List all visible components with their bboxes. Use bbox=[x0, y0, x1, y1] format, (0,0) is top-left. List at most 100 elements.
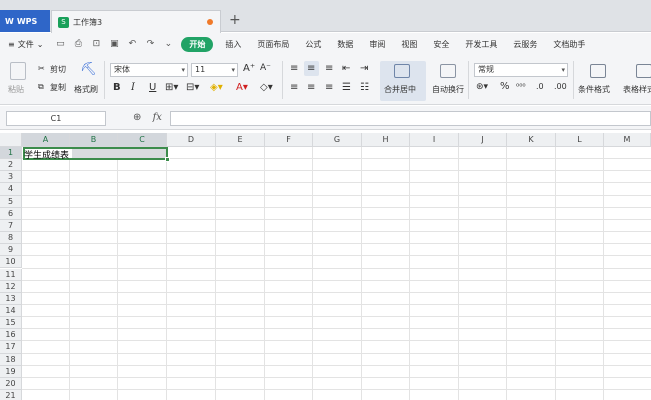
table-format-button[interactable]: 表格样式 bbox=[623, 84, 651, 95]
print-icon[interactable]: ⎙ bbox=[71, 39, 85, 49]
thousands-icon[interactable]: ⁰⁰⁰ bbox=[516, 82, 526, 91]
format-painter-icon[interactable]: ⛏ bbox=[80, 62, 97, 77]
column-header-k[interactable]: K bbox=[507, 133, 556, 147]
cut-icon[interactable]: ✂ bbox=[38, 64, 45, 73]
file-menu[interactable]: ≡ 文件 ⌄ bbox=[8, 39, 43, 50]
column-header-c[interactable]: C bbox=[118, 133, 167, 147]
print-preview-icon[interactable]: ⊡ bbox=[89, 39, 103, 49]
column-header-f[interactable]: F bbox=[265, 133, 313, 147]
tab-page-layout[interactable]: 页面布局 bbox=[249, 39, 297, 50]
align-middle-icon[interactable]: ≡ bbox=[307, 63, 315, 74]
auto-wrap-icon[interactable] bbox=[440, 64, 456, 78]
row-header[interactable]: 9 bbox=[0, 244, 22, 257]
bold-button[interactable]: B bbox=[113, 82, 121, 93]
tab-formulas[interactable]: 公式 bbox=[297, 39, 329, 50]
italic-button[interactable]: I bbox=[131, 82, 135, 93]
new-tab-button[interactable]: + bbox=[229, 12, 241, 28]
table-format-icon[interactable] bbox=[636, 64, 651, 78]
percent-icon[interactable]: % bbox=[500, 81, 510, 92]
paste-icon[interactable] bbox=[10, 62, 26, 80]
paste-button[interactable]: 粘贴 bbox=[8, 84, 24, 95]
align-top-icon[interactable]: ≡ bbox=[290, 63, 298, 74]
redo-icon[interactable]: ↷ bbox=[143, 39, 157, 49]
row-header[interactable]: 21 bbox=[0, 390, 22, 400]
cell-style-icon[interactable]: ⊟▾ bbox=[186, 82, 199, 93]
clear-icon[interactable]: ◇▾ bbox=[260, 82, 273, 93]
increase-font-icon[interactable]: A⁺ bbox=[243, 63, 255, 74]
select-all-corner[interactable] bbox=[0, 133, 22, 147]
justify-icon[interactable]: ☰ bbox=[342, 82, 351, 93]
row-header[interactable]: 8 bbox=[0, 232, 22, 245]
row-header[interactable]: 17 bbox=[0, 341, 22, 354]
underline-button[interactable]: U bbox=[149, 82, 156, 93]
row-header[interactable]: 11 bbox=[0, 268, 22, 281]
tab-view[interactable]: 视图 bbox=[393, 39, 425, 50]
spreadsheet-grid[interactable]: A B C D E F G H I J K L M 1 2 3 4 5 6 7 8 9 10 11 1… bbox=[0, 133, 651, 400]
column-header-b[interactable]: B bbox=[70, 133, 118, 147]
merge-center-icon[interactable] bbox=[394, 64, 410, 78]
align-left-icon[interactable]: ≡ bbox=[290, 82, 298, 93]
row-header[interactable]: 20 bbox=[0, 377, 22, 390]
save-icon[interactable]: ▭ bbox=[53, 39, 67, 49]
indent-increase-icon[interactable]: ⇥ bbox=[360, 63, 368, 74]
tab-home[interactable]: 开始 bbox=[181, 36, 214, 52]
tab-security[interactable]: 安全 bbox=[425, 39, 457, 50]
row-header[interactable]: 15 bbox=[0, 317, 22, 330]
align-bottom-icon[interactable]: ≡ bbox=[325, 63, 333, 74]
document-tab[interactable]: S 工作簿3 bbox=[51, 10, 221, 33]
indent-decrease-icon[interactable]: ⇤ bbox=[342, 63, 350, 74]
zoom-icon[interactable]: ⊕ bbox=[133, 112, 141, 123]
row-header[interactable]: 7 bbox=[0, 219, 22, 233]
row-header[interactable]: 13 bbox=[0, 292, 22, 305]
row-header[interactable]: 1 bbox=[0, 147, 22, 160]
tab-developer[interactable]: 开发工具 bbox=[457, 39, 505, 50]
row-header[interactable]: 3 bbox=[0, 171, 22, 184]
row-header[interactable]: 4 bbox=[0, 183, 22, 196]
unsaved-dot-icon[interactable] bbox=[207, 19, 213, 25]
tab-data[interactable]: 数据 bbox=[329, 39, 361, 50]
row-header[interactable]: 10 bbox=[0, 256, 22, 269]
font-name-select[interactable]: 宋体 ▾ bbox=[110, 63, 188, 77]
conditional-format-button[interactable]: 条件格式 bbox=[578, 84, 610, 95]
row-header[interactable]: 18 bbox=[0, 353, 22, 366]
export-icon[interactable]: ▣ bbox=[107, 39, 121, 49]
auto-wrap-button[interactable]: 自动换行 bbox=[432, 84, 464, 95]
cut-button[interactable]: 剪切 bbox=[50, 64, 66, 75]
tab-assistant[interactable]: 文档助手 bbox=[545, 39, 593, 50]
font-size-select[interactable]: 11 ▾ bbox=[191, 63, 238, 77]
number-format-select[interactable]: 常规 ▾ bbox=[474, 63, 568, 77]
conditional-format-icon[interactable] bbox=[590, 64, 606, 78]
row-header[interactable]: 16 bbox=[0, 329, 22, 342]
merge-center-button[interactable]: 合并居中 bbox=[384, 84, 416, 95]
row-header[interactable]: 5 bbox=[0, 195, 22, 208]
distributed-icon[interactable]: ☷ bbox=[360, 82, 369, 93]
cell-a1[interactable]: 学生成绩表 bbox=[24, 148, 69, 161]
fill-handle[interactable] bbox=[165, 157, 170, 162]
tab-insert[interactable]: 插入 bbox=[217, 39, 249, 50]
align-right-icon[interactable]: ≡ bbox=[325, 82, 333, 93]
column-header-a[interactable]: A bbox=[22, 133, 70, 147]
column-header-h[interactable]: H bbox=[362, 133, 410, 147]
column-header-i[interactable]: I bbox=[410, 133, 459, 147]
row-header[interactable]: 2 bbox=[0, 159, 22, 172]
row-header[interactable]: 12 bbox=[0, 280, 22, 293]
copy-button[interactable]: 复制 bbox=[50, 82, 66, 93]
row-header[interactable]: 14 bbox=[0, 304, 22, 318]
increase-decimal-icon[interactable]: .0 bbox=[536, 82, 544, 91]
customize-icon[interactable]: ⌄ bbox=[161, 39, 175, 49]
name-box[interactable]: C1 bbox=[6, 111, 106, 126]
font-color-icon[interactable]: A▾ bbox=[236, 82, 248, 93]
row-header[interactable]: 19 bbox=[0, 365, 22, 378]
column-header-g[interactable]: G bbox=[313, 133, 362, 147]
undo-icon[interactable]: ↶ bbox=[125, 39, 139, 49]
currency-icon[interactable]: ⊛▾ bbox=[476, 82, 488, 92]
tab-review[interactable]: 审阅 bbox=[361, 39, 393, 50]
wps-home-tab[interactable]: W WPS bbox=[0, 10, 50, 32]
align-center-icon[interactable]: ≡ bbox=[307, 82, 315, 93]
format-painter-button[interactable]: 格式刷 bbox=[74, 84, 98, 95]
formula-input[interactable] bbox=[170, 111, 651, 126]
column-header-d[interactable]: D bbox=[167, 133, 216, 147]
border-icon[interactable]: ⊞▾ bbox=[165, 82, 178, 93]
tab-cloud[interactable]: 云服务 bbox=[505, 39, 545, 50]
column-header-m[interactable]: M bbox=[604, 133, 651, 147]
